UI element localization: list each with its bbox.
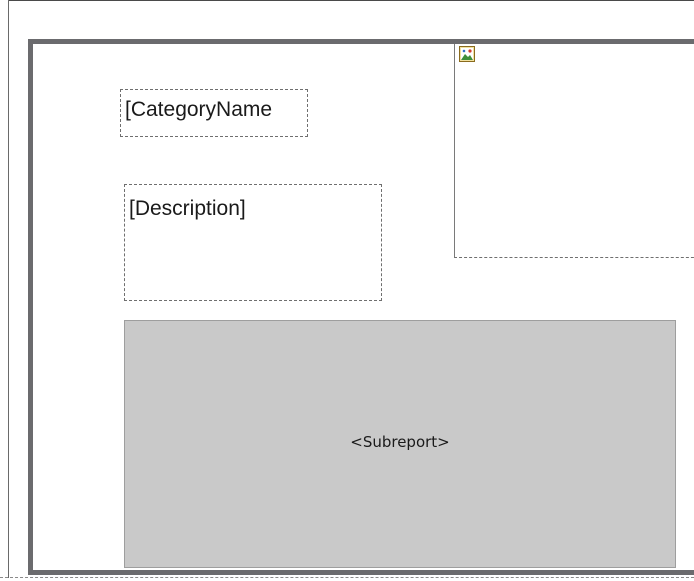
description-text: [Description]: [129, 197, 246, 220]
report-design-canvas: [CategoryName [Description] <Subreport>: [0, 0, 694, 581]
subreport-label: <Subreport>: [350, 433, 450, 451]
canvas-bottom-edge: [0, 577, 694, 578]
image-placeholder-icon: [459, 46, 475, 62]
category-name-text: [CategoryName: [125, 98, 273, 121]
canvas-top-edge: [9, 0, 694, 1]
image-control[interactable]: [454, 44, 694, 258]
subreport-control[interactable]: <Subreport>: [124, 320, 676, 568]
category-name-textbox[interactable]: [CategoryName: [120, 89, 308, 137]
description-textbox[interactable]: [Description]: [124, 184, 382, 301]
canvas-left-edge: [8, 0, 9, 578]
